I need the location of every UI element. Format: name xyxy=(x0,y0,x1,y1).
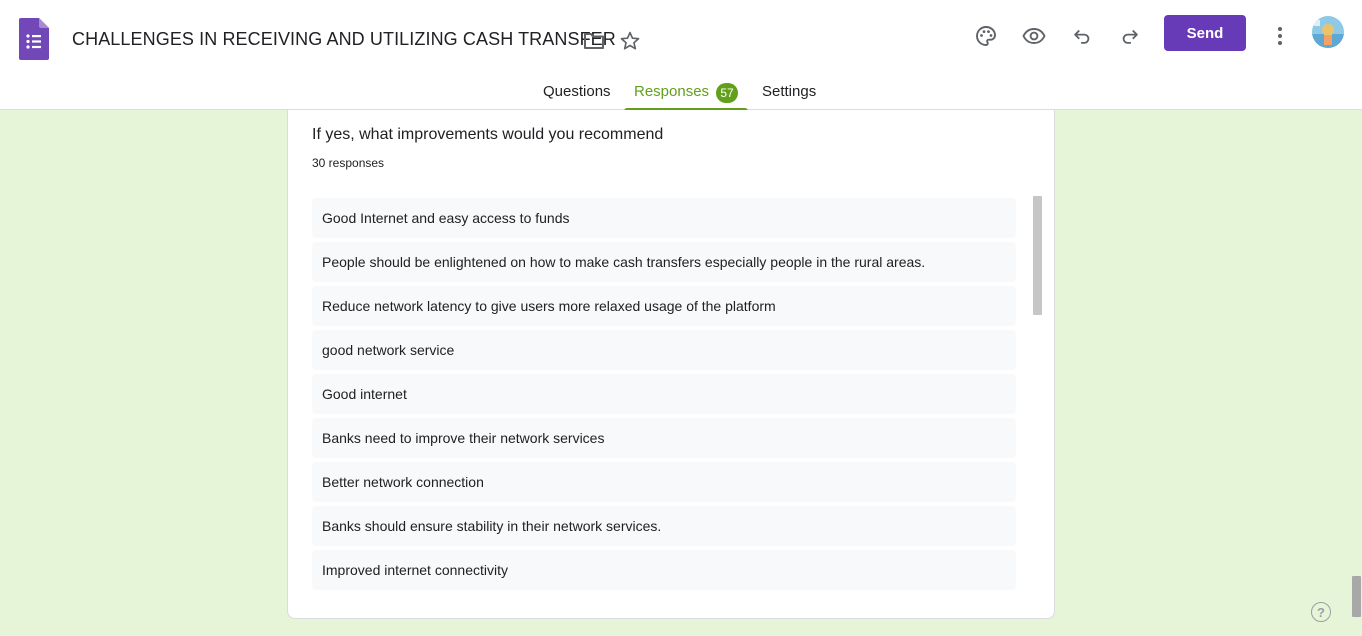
question-title: If yes, what improvements would you reco… xyxy=(312,126,664,143)
tab-questions[interactable]: Questions xyxy=(543,83,611,100)
avatar[interactable] xyxy=(1312,16,1344,48)
tab-settings[interactable]: Settings xyxy=(762,83,816,100)
palette-icon[interactable] xyxy=(972,22,1000,50)
response-item: Good Internet and easy access to funds xyxy=(312,198,1016,238)
more-vert-icon[interactable] xyxy=(1266,22,1294,50)
send-button[interactable]: Send xyxy=(1164,15,1246,51)
help-icon[interactable]: ? xyxy=(1311,602,1331,622)
question-summary-card: If yes, what improvements would you reco… xyxy=(287,110,1055,619)
response-item: Better network connection xyxy=(312,462,1016,502)
response-item: good network service xyxy=(312,330,1016,370)
page-scrollbar-thumb[interactable] xyxy=(1352,576,1361,617)
response-item: Banks should ensure stability in their n… xyxy=(312,506,1016,546)
response-item: Improved internet connectivity xyxy=(312,550,1016,590)
forms-logo-icon[interactable] xyxy=(19,18,49,60)
response-item: Good internet xyxy=(312,374,1016,414)
responses-list[interactable]: Good Internet and easy access to funds P… xyxy=(312,198,1016,594)
response-item: People should be enlightened on how to m… xyxy=(312,242,1016,282)
response-item: Banks need to improve their network serv… xyxy=(312,418,1016,458)
preview-eye-icon[interactable] xyxy=(1020,22,1048,50)
responses-count-badge: 57 xyxy=(716,83,738,103)
app-header: CHALLENGES IN RECEIVING AND UTILIZING CA… xyxy=(0,0,1362,112)
redo-icon[interactable] xyxy=(1116,22,1144,50)
form-title[interactable]: CHALLENGES IN RECEIVING AND UTILIZING CA… xyxy=(72,29,616,50)
tab-responses[interactable]: Responses xyxy=(634,83,709,100)
folder-icon[interactable] xyxy=(580,27,608,55)
responses-scrollbar-thumb[interactable] xyxy=(1033,196,1042,315)
undo-icon[interactable] xyxy=(1068,22,1096,50)
tab-bar: Questions Responses 57 Settings xyxy=(0,75,1362,112)
page-scrollbar[interactable] xyxy=(1350,110,1362,636)
responses-scrollbar[interactable] xyxy=(1033,196,1042,592)
response-count: 30 responses xyxy=(312,156,385,170)
star-icon[interactable] xyxy=(616,27,644,55)
response-item: Reduce network latency to give users mor… xyxy=(312,286,1016,326)
